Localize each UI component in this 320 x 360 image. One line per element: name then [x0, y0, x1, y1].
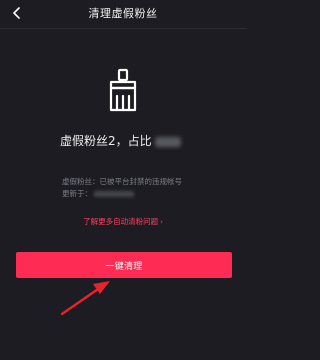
- blurred-update-time: [94, 191, 134, 197]
- learn-more-link[interactable]: 了解更多自动清粉问题 ›: [0, 216, 246, 227]
- info-block: 虚假粉丝：已被平台封禁的违规帐号 更新于：: [62, 176, 182, 200]
- fake-fans-result-text: 虚假粉丝2，占比: [60, 134, 152, 148]
- page-title: 清理虚假粉丝: [88, 7, 158, 20]
- learn-more-label: 了解更多自动清粉问题: [83, 217, 159, 226]
- blurred-percentage: [154, 136, 181, 147]
- chevron-right-icon: ›: [160, 218, 163, 226]
- clean-fake-fans-screen: 清理虚假粉丝 虚假粉丝2，占比 虚假粉丝：已被平台封禁的违规帐号 更新于： 了解…: [0, 0, 246, 360]
- one-click-clean-label: 一键清理: [105, 261, 143, 272]
- one-click-clean-button[interactable]: 一键清理: [16, 252, 232, 278]
- update-time-label: 更新于：: [62, 189, 92, 198]
- broom-icon: [109, 68, 137, 112]
- fake-fans-result: 虚假粉丝2，占比: [60, 132, 181, 149]
- nav-bar: 清理虚假粉丝: [0, 0, 246, 26]
- fake-fans-definition: 虚假粉丝：已被平台封禁的违规帐号: [62, 177, 182, 186]
- header-divider: [0, 28, 246, 29]
- update-time-row: 更新于：: [62, 188, 182, 200]
